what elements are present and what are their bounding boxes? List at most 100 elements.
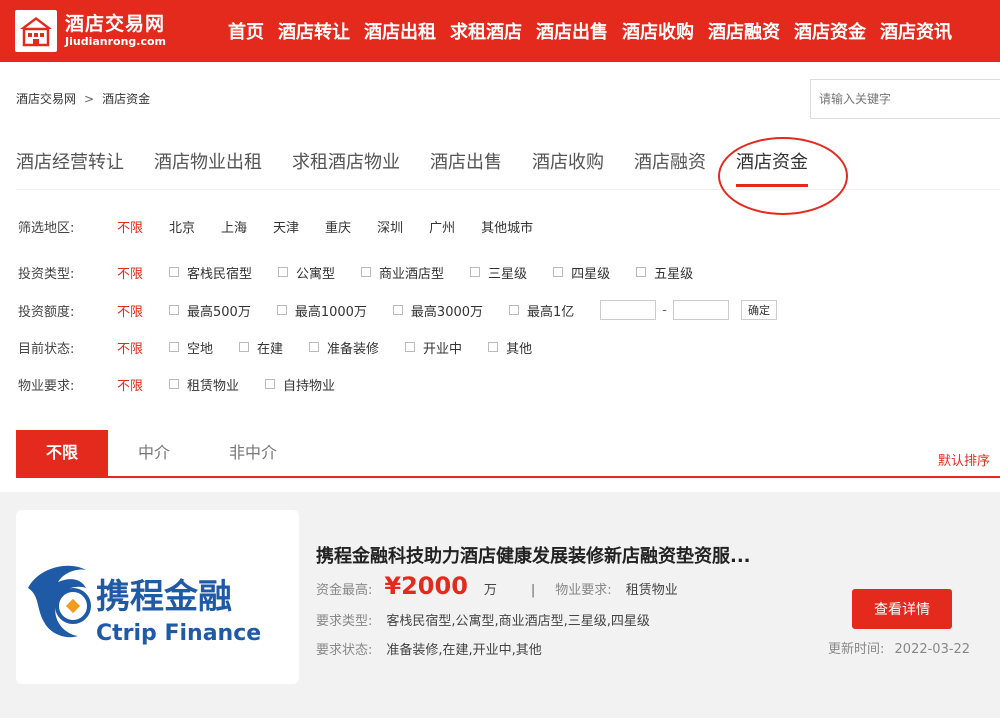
checkbox-box[interactable] [169, 379, 179, 389]
checkbox-box[interactable] [405, 342, 416, 352]
view-details-button[interactable]: 查看详情 [852, 589, 952, 629]
tab-agent[interactable]: 中介 [108, 430, 200, 476]
filter-type-checkbox[interactable]: 公寓型 [278, 263, 335, 282]
checkbox-box[interactable] [169, 305, 179, 315]
listing-card: 携程金融 Ctrip Finance 携程金融科技助力酒店健康发展装修新店融资垫… [16, 510, 1000, 686]
checkbox-box[interactable] [636, 267, 647, 277]
filter-region-option[interactable]: 其他城市 [481, 217, 533, 236]
update-time-value: 2022-03-22 [894, 642, 971, 657]
site-logo[interactable]: 酒店交易网 Jiudianrong.com [15, 10, 166, 52]
filter-status-checkbox[interactable]: 在建 [239, 338, 283, 357]
filter-status-all[interactable]: 不限 [117, 338, 169, 357]
filter-label: 物业要求: [18, 378, 75, 394]
tab-hotel-funds[interactable]: 酒店资金 [736, 150, 808, 190]
nav-hotel-news[interactable]: 酒店资讯 [880, 18, 952, 44]
filter-status-checkbox[interactable]: 开业中 [405, 338, 462, 357]
filter-status-checkbox[interactable]: 其他 [488, 338, 532, 357]
tab-hotel-acquisition[interactable]: 酒店收购 [532, 150, 604, 190]
tab-hotel-sale[interactable]: 酒店出售 [430, 150, 502, 190]
nav-hotel-rent[interactable]: 酒店出租 [364, 18, 436, 44]
site-header: 酒店交易网 Jiudianrong.com 首页 酒店转让 酒店出租 求租酒店 … [0, 0, 1000, 62]
update-time: 更新时间: 2022-03-22 [828, 638, 970, 657]
filter-type-checkbox[interactable]: 商业酒店型 [361, 263, 444, 282]
breadcrumb-home[interactable]: 酒店交易网 [16, 92, 76, 106]
filter-status-checkbox[interactable]: 空地 [169, 338, 213, 357]
filter-region-option[interactable]: 北京 [169, 217, 195, 236]
filter-row-property: 物业要求: 不限 租赁物业 自持物业 [18, 374, 361, 394]
checkbox-box[interactable] [276, 305, 287, 315]
property-value: 租赁物业 [625, 583, 678, 598]
logo-domain: Jiudianrong.com [65, 35, 166, 48]
filter-type-checkbox[interactable]: 三星级 [470, 263, 527, 282]
checkbox-box[interactable] [488, 342, 499, 352]
amount-max-input[interactable] [673, 300, 729, 320]
filter-region-option[interactable]: 重庆 [325, 217, 351, 236]
filter-region-option[interactable]: 上海 [221, 217, 247, 236]
tab-non-agent[interactable]: 非中介 [200, 430, 306, 476]
hotel-building-icon [15, 10, 57, 52]
filter-region-all[interactable]: 不限 [117, 217, 169, 236]
checkbox-box[interactable] [309, 342, 320, 352]
checkbox-box[interactable] [169, 267, 179, 277]
filter-amount-checkbox[interactable]: 最高3000万 [392, 301, 483, 320]
listing-thumbnail[interactable]: 携程金融 Ctrip Finance [16, 510, 299, 684]
logo-title: 酒店交易网 [65, 13, 166, 35]
tab-all[interactable]: 不限 [16, 430, 108, 476]
filter-type-checkbox[interactable]: 客栈民宿型 [169, 263, 252, 282]
tab-hotel-property-rent[interactable]: 酒店物业出租 [154, 150, 262, 190]
checkbox-box[interactable] [553, 267, 564, 277]
listing-status-line: 要求状态: 准备装修,在建,开业中,其他 [316, 639, 542, 658]
filter-amount-checkbox[interactable]: 最高1亿 [509, 301, 574, 320]
nav-seek-hotel[interactable]: 求租酒店 [450, 18, 522, 44]
checkbox-box[interactable] [239, 342, 250, 352]
main-panel: 酒店交易网 > 酒店资金 酒店经营转让 酒店物业出租 求租酒店物业 酒店出售 酒店收… [0, 62, 1000, 492]
filter-amount-checkbox[interactable]: 最高500万 [169, 301, 251, 320]
filter-property-all[interactable]: 不限 [117, 375, 169, 394]
amount-label: 资金最高: [316, 583, 373, 598]
amount-unit: 万 [483, 583, 497, 598]
checkbox-box[interactable] [361, 267, 372, 277]
main-nav: 首页 酒店转让 酒店出租 求租酒店 酒店出售 酒店收购 酒店融资 酒店资金 酒店… [228, 0, 966, 62]
checkbox-box[interactable] [278, 267, 289, 277]
default-sort-link[interactable]: 默认排序 [938, 450, 990, 469]
nav-home[interactable]: 首页 [228, 18, 264, 44]
tab-hotel-financing[interactable]: 酒店融资 [634, 150, 706, 190]
type-value: 客栈民宿型,公寓型,商业酒店型,三星级,四星级 [386, 614, 650, 629]
filter-type-all[interactable]: 不限 [117, 263, 169, 282]
amount-confirm-button[interactable]: 确定 [741, 300, 777, 320]
filter-property-checkbox[interactable]: 租赁物业 [169, 375, 239, 394]
filter-label: 投资类型: [18, 266, 75, 282]
nav-hotel-financing[interactable]: 酒店融资 [708, 18, 780, 44]
logo-diamond [65, 598, 81, 614]
filter-region-option[interactable]: 深圳 [377, 217, 403, 236]
logo-cn-text: 携程金融 [96, 577, 232, 617]
filter-row-status: 目前状态: 不限 空地 在建 准备装修 开业中 其他 [18, 337, 558, 357]
update-time-label: 更新时间: [828, 642, 885, 657]
amount-min-input[interactable] [600, 300, 657, 320]
search-input[interactable] [810, 79, 1000, 119]
tab-seek-hotel-property[interactable]: 求租酒店物业 [292, 150, 400, 190]
filter-amount-checkbox[interactable]: 最高1000万 [276, 301, 367, 320]
nav-hotel-transfer[interactable]: 酒店转让 [278, 18, 350, 44]
ctrip-finance-logo: 携程金融 Ctrip Finance [28, 565, 261, 646]
filter-region-option[interactable]: 天津 [273, 217, 299, 236]
breadcrumb-current: 酒店资金 [102, 92, 151, 106]
tab-hotel-operation-transfer[interactable]: 酒店经营转让 [16, 150, 124, 190]
filter-region-option[interactable]: 广州 [429, 217, 455, 236]
filter-type-checkbox[interactable]: 五星级 [636, 263, 693, 282]
filter-property-checkbox[interactable]: 自持物业 [265, 375, 335, 394]
filter-label: 筛选地区: [18, 220, 75, 236]
checkbox-box[interactable] [265, 379, 276, 389]
nav-hotel-acquire[interactable]: 酒店收购 [622, 18, 694, 44]
checkbox-box[interactable] [392, 305, 403, 315]
checkbox-box[interactable] [509, 305, 520, 315]
checkbox-box[interactable] [470, 267, 481, 277]
filter-type-checkbox[interactable]: 四星级 [553, 263, 610, 282]
nav-hotel-funds[interactable]: 酒店资金 [794, 18, 866, 44]
nav-hotel-sale[interactable]: 酒店出售 [536, 18, 608, 44]
checkbox-box[interactable] [169, 342, 179, 352]
filter-status-checkbox[interactable]: 准备装修 [309, 338, 379, 357]
listing-title[interactable]: 携程金融科技助力酒店健康发展装修新店融资垫资服... [316, 542, 751, 568]
filter-amount-all[interactable]: 不限 [117, 301, 169, 320]
filter-label: 目前状态: [18, 341, 75, 357]
